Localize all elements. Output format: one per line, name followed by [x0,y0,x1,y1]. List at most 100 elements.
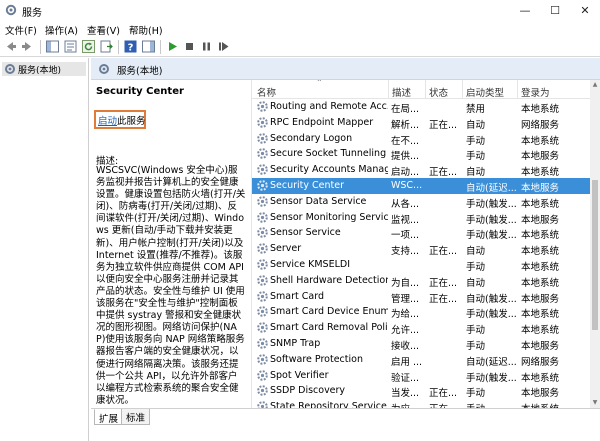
column-header-log-on-as[interactable]: 登录为 [521,85,550,99]
table-row[interactable]: Spot Verifier 验证... 手动(触发... 本地系统 [252,368,590,384]
service-description: 为自... [391,277,420,289]
maximize-button[interactable]: ☐ [540,0,570,21]
scroll-thumb[interactable] [592,180,598,330]
service-name: Spot Verifier [270,369,329,381]
tab-extended[interactable]: 扩展 [94,409,124,425]
service-description: 解析... [391,119,420,131]
table-row[interactable]: Shell Hardware Detection 为自... 正在... 自动 本地系统 [252,273,590,289]
table-row[interactable]: Smart Card Removal Poli... 允许... 手动 本地系统 [252,320,590,336]
column-header-description[interactable]: 描述 [392,85,411,99]
menu-action[interactable]: 操作(A) [45,23,78,37]
service-description: 允许... [391,325,420,337]
tab-standard[interactable]: 标准 [121,409,151,425]
service-log-on-as: 网络服务 [521,356,560,368]
toolbar-separator [118,40,119,54]
service-gear-icon [257,385,268,397]
tree-node-services-local[interactable]: 服务(本地) [2,62,86,76]
table-row[interactable]: Sensor Service 一项... 手动(触发... 本地系统 [252,225,590,241]
table-row[interactable]: Software Protection 启用 ... 自动(延迟... 网络服务 [252,352,590,368]
service-gear-icon [257,369,268,381]
refresh-icon[interactable] [81,39,96,54]
column-divider[interactable] [462,80,463,99]
service-startup-type: 手动 [466,151,486,163]
services-icon [99,64,109,74]
table-row[interactable]: Security Center WSC... 自动(延迟... 本地服务 [252,178,590,194]
service-log-on-as: 本地系统 [521,135,560,147]
service-startup-type: 自动 [466,277,486,289]
start-service-action: 启动此服务 [98,113,146,127]
service-status: 正在... [429,293,458,305]
minimize-button[interactable]: — [510,0,540,21]
table-row[interactable]: RPC Endpoint Mapper 解析... 正在... 自动 网络服务 [252,115,590,131]
start-icon[interactable] [165,39,180,54]
service-description: 监视... [391,214,420,226]
service-description: 在不... [391,135,420,147]
service-startup-type: 手动(触发... [466,214,517,226]
scroll-up-icon[interactable]: ▲ [590,80,600,90]
service-log-on-as: 网络服务 [521,119,560,131]
column-divider[interactable] [425,80,426,99]
start-service-link[interactable]: 启动 [98,116,117,127]
export-list-icon[interactable] [99,39,114,54]
column-divider[interactable] [388,80,389,99]
table-row[interactable]: SNMP Trap 接收... 手动 本地服务 [252,336,590,352]
service-status: 正在... [429,388,458,400]
column-header-name[interactable]: 名称 [257,85,276,99]
menu-help[interactable]: 帮助(H) [129,23,163,37]
service-log-on-as: 本地服务 [521,388,560,400]
pause-icon[interactable] [199,39,214,54]
service-gear-icon [257,101,268,112]
properties-icon[interactable] [63,39,78,54]
table-row[interactable]: Sensor Monitoring Service 监视... 手动(触发... 本地… [252,210,590,226]
table-row[interactable]: State Repository Service 为应... 正在...手动本地系统 [252,399,590,408]
service-description: 从各... [391,198,420,210]
table-row[interactable]: Secondary Logon 在不... 手动 本地系统 [252,131,590,147]
table-row[interactable]: Secure Socket Tunneling ... 提供... 手动 本地服务 [252,146,590,162]
restart-icon[interactable] [216,39,231,54]
table-row[interactable]: Sensor Data Service 从各... 手动(触发... 本地系统 [252,194,590,210]
service-name: Smart Card Device Enum... [270,306,388,318]
back-icon[interactable] [3,39,18,54]
table-row[interactable]: Service KMSELDI 手动 本地系统 [252,257,590,273]
stop-icon[interactable] [182,39,197,54]
menu-view[interactable]: 查看(V) [87,23,120,37]
table-row[interactable]: Security Accounts Manag... 启动... 正在... 自动 本地… [252,162,590,178]
service-description: 支持... [391,246,420,258]
vertical-scrollbar[interactable]: ▲ ▼ [590,80,600,408]
help-icon[interactable]: ? [123,39,138,54]
service-name: Sensor Monitoring Service [270,211,388,223]
show-action-pane-icon[interactable] [141,39,156,54]
table-row[interactable]: SSDP Discovery 当发... 正在... 手动 本地服务 [252,383,590,399]
service-status: 正在... [429,167,458,179]
column-header-startup-type[interactable]: 启动类型 [466,85,504,99]
service-startup-type: 手动(触发... [466,230,517,242]
show-hide-console-tree-icon[interactable] [45,39,60,54]
service-log-on-as: 本地系统 [521,372,560,384]
service-status: 正在... [429,246,458,258]
service-description: 启用 ... [391,356,423,368]
column-divider[interactable] [517,80,518,99]
table-row[interactable]: Smart Card Device Enum... 为给... 手动(触发... 本地… [252,304,590,320]
service-log-on-as: 本地系统 [521,167,560,179]
service-gear-icon [257,195,268,207]
table-row[interactable]: Smart Card 管理... 正在... 自动(触发... 本地服务 [252,289,590,305]
services-list: ⌃ 名称 描述 状态 启动类型 登录为 Routing and Remote A… [251,80,590,408]
service-name: Software Protection [270,353,363,365]
scroll-down-icon[interactable]: ▼ [590,398,600,408]
service-startup-type: 自动(延迟... [466,183,517,194]
menu-file[interactable]: 文件(F) [5,23,37,37]
table-row[interactable]: Server 支持... 正在... 自动 本地系统 [252,241,590,257]
forward-icon[interactable] [20,39,35,54]
service-name: Security Center [270,180,345,191]
service-startup-type: 手动 [466,341,486,352]
selected-service-title: Security Center [96,86,184,97]
close-button[interactable]: ✕ [570,0,600,21]
service-status: 正在... [429,119,458,131]
service-startup-type: 手动 [466,262,486,273]
column-header-status[interactable]: 状态 [429,85,448,99]
service-startup-type: 手动 [466,135,486,147]
pane-header-title: 服务(本地) [117,66,163,77]
list-header: ⌃ 名称 描述 状态 启动类型 登录为 [252,80,590,99]
table-row[interactable]: Routing and Remote Acc... 在局... 禁用 本地系统 [252,99,590,115]
service-status: 正在... [429,277,458,289]
